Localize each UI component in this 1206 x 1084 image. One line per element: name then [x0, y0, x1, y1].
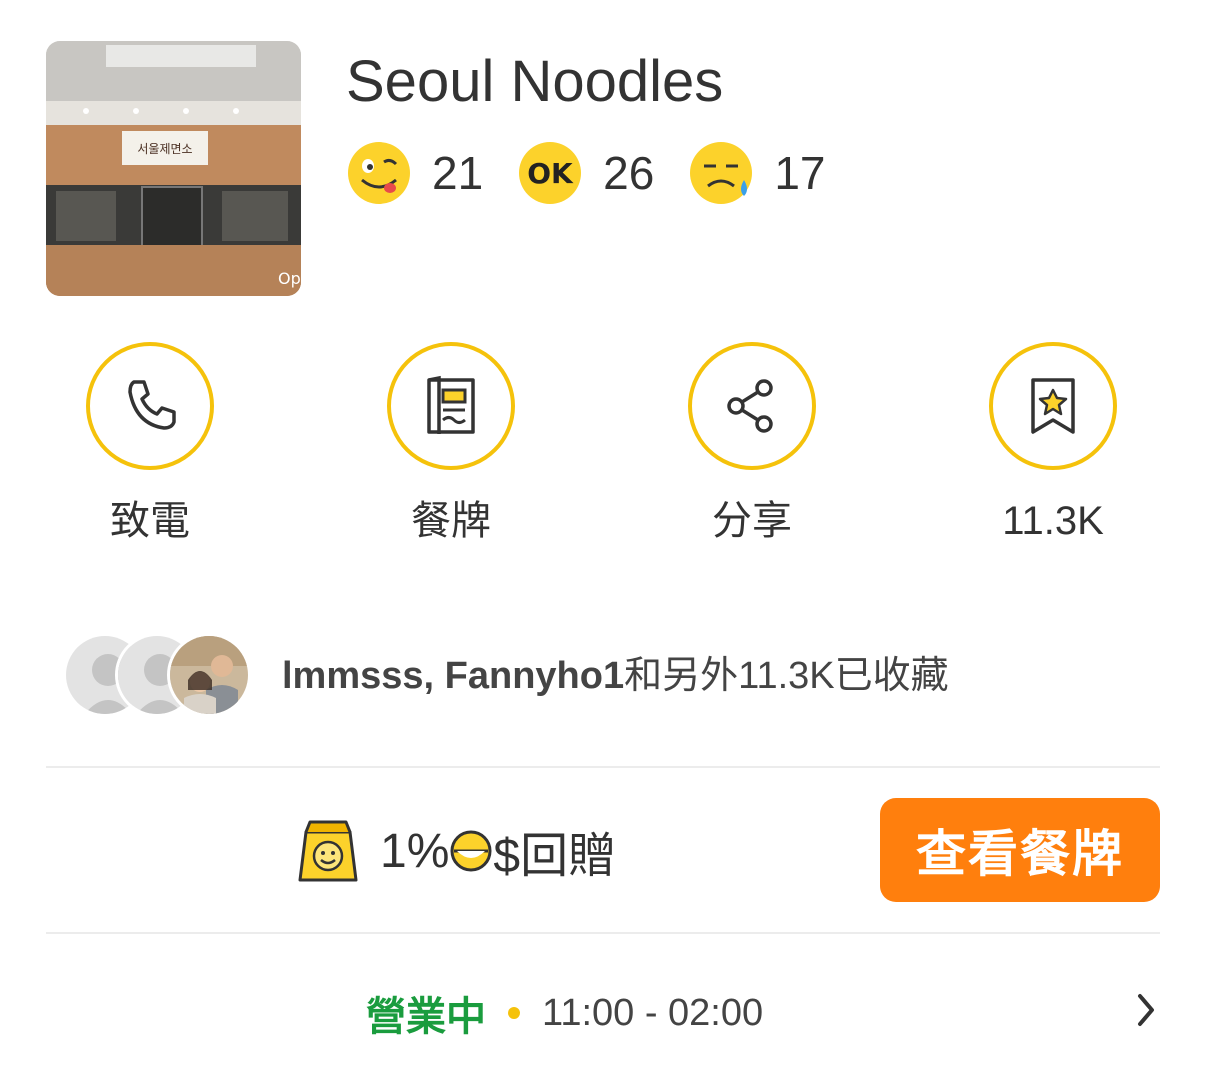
- phone-icon: [128, 380, 176, 430]
- sign-text: 서울제면소: [137, 142, 192, 156]
- bookmark-summary[interactable]: lmmsss, Fannyho1和另外11.3K已收藏: [282, 652, 949, 700]
- cashback-info: 1% $回贈: [296, 816, 616, 886]
- rating-sad-count: 17: [774, 147, 826, 199]
- status-dot: [508, 1007, 520, 1019]
- divider: [46, 766, 1160, 768]
- user-photo-avatar: [170, 636, 248, 714]
- menu-button[interactable]: 餐牌: [351, 342, 551, 546]
- view-menu-button[interactable]: 查看餐牌: [880, 798, 1160, 902]
- bookmark-avatars[interactable]: [63, 633, 253, 717]
- bookmark-circle[interactable]: [989, 342, 1117, 470]
- opening-hours[interactable]: 營業中 11:00 - 02:00: [366, 988, 764, 1040]
- coin-icon: [450, 830, 492, 872]
- ok-face-icon: OK: [519, 142, 582, 204]
- open-status: 營業中: [366, 995, 486, 1039]
- share-button[interactable]: 分享: [652, 342, 852, 546]
- call-label: 致電: [110, 499, 190, 543]
- bookmark-suffix: 和另外11.3K已收藏: [624, 655, 949, 697]
- rating-ok-count: 26: [603, 147, 655, 199]
- share-circle[interactable]: [688, 342, 816, 470]
- rating-sad[interactable]: 17: [688, 140, 826, 206]
- chevron-right-icon[interactable]: [1132, 988, 1160, 1032]
- share-icon: [727, 379, 773, 433]
- ratings-row: 21 OK 26 17: [346, 140, 860, 206]
- avatar: [167, 633, 251, 717]
- svg-text:OK: OK: [527, 157, 574, 190]
- rating-smile-count: 21: [432, 147, 484, 199]
- rating-ok[interactable]: OK 26: [517, 140, 654, 206]
- restaurant-name: Seoul Noodles: [346, 49, 724, 114]
- divider: [46, 932, 1160, 934]
- lucky-bag-icon: [298, 820, 358, 882]
- action-row: 致電 餐牌 分享 11.3K: [0, 342, 1206, 562]
- cashback-percent: 1%: [380, 824, 450, 878]
- smile-face-icon: [348, 142, 410, 204]
- restaurant-photo[interactable]: 서울제면소 Oper: [46, 41, 301, 296]
- rating-smile[interactable]: 21: [346, 140, 483, 206]
- call-circle[interactable]: [86, 342, 214, 470]
- menu-circle[interactable]: [387, 342, 515, 470]
- menu-label: 餐牌: [411, 499, 491, 543]
- bookmark-star-icon: [1031, 378, 1075, 434]
- watermark: Oper: [278, 269, 301, 288]
- cashback-currency: $回贈: [493, 830, 617, 883]
- call-button[interactable]: 致電: [50, 342, 250, 546]
- menu-book-icon: [427, 375, 475, 434]
- bookmark-button[interactable]: 11.3K: [953, 342, 1153, 546]
- hours-range: 11:00 - 02:00: [542, 991, 764, 1034]
- sad-face-icon: [690, 142, 753, 204]
- share-label: 分享: [712, 499, 792, 543]
- bookmark-count: 11.3K: [1002, 499, 1104, 543]
- bookmark-users: lmmsss, Fannyho1: [282, 655, 625, 697]
